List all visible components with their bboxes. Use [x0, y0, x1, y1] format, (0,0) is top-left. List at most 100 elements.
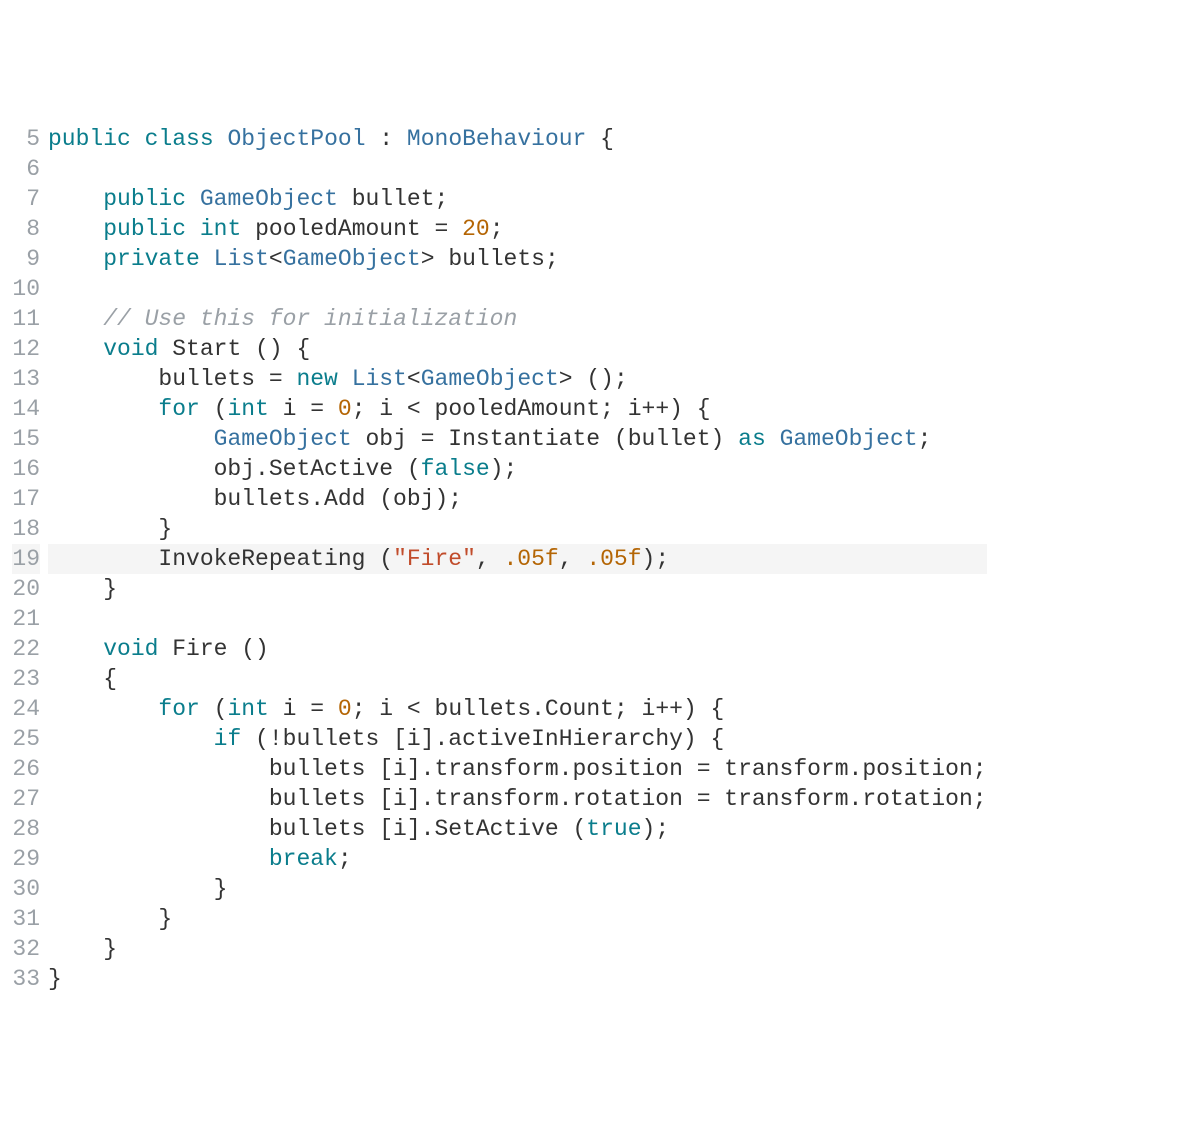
code-area[interactable]: public class ObjectPool : MonoBehaviour …: [46, 120, 987, 998]
code-token: ;: [338, 846, 352, 872]
code-token: [48, 306, 103, 332]
code-line[interactable]: [48, 604, 987, 634]
code-token: [48, 336, 103, 362]
code-token: }: [48, 936, 117, 962]
line-number: 22: [12, 634, 40, 664]
line-number: 15: [12, 424, 40, 454]
code-token: > bullets;: [421, 246, 559, 272]
code-line[interactable]: }: [48, 874, 987, 904]
code-token: List: [352, 366, 407, 392]
code-token: public: [48, 126, 131, 152]
line-number: 27: [12, 784, 40, 814]
code-token: int: [227, 696, 268, 722]
code-token: int: [200, 216, 241, 242]
code-token: [48, 426, 214, 452]
code-token: void: [103, 636, 158, 662]
code-token: );: [490, 456, 518, 482]
code-line[interactable]: InvokeRepeating ("Fire", .05f, .05f);: [48, 544, 987, 574]
code-line[interactable]: public GameObject bullet;: [48, 184, 987, 214]
code-line[interactable]: }: [48, 574, 987, 604]
code-token: [766, 426, 780, 452]
code-line[interactable]: bullets.Add (obj);: [48, 484, 987, 514]
code-token: {: [48, 666, 117, 692]
code-line[interactable]: bullets [i].transform.position = transfo…: [48, 754, 987, 784]
code-token: ObjectPool: [227, 126, 365, 152]
code-token: bullets.Add (obj);: [48, 486, 462, 512]
line-number: 28: [12, 814, 40, 844]
code-line[interactable]: void Start () {: [48, 334, 987, 364]
line-number: 29: [12, 844, 40, 874]
code-editor[interactable]: 5678910111213141516171819202122232425262…: [0, 120, 1191, 998]
code-token: [186, 216, 200, 242]
code-line[interactable]: bullets [i].SetActive (true);: [48, 814, 987, 844]
line-number: 17: [12, 484, 40, 514]
code-token: ,: [476, 546, 504, 572]
code-token: as: [738, 426, 766, 452]
code-token: obj = Instantiate (bullet): [352, 426, 738, 452]
code-line[interactable]: bullets [i].transform.rotation = transfo…: [48, 784, 987, 814]
line-number: 13: [12, 364, 40, 394]
line-number: 21: [12, 604, 40, 634]
code-token: }: [48, 966, 62, 992]
code-token: GameObject: [214, 426, 352, 452]
code-line[interactable]: {: [48, 664, 987, 694]
code-token: }: [48, 576, 117, 602]
code-line[interactable]: bullets = new List<GameObject> ();: [48, 364, 987, 394]
code-line[interactable]: [48, 154, 987, 184]
code-token: .05f: [586, 546, 641, 572]
code-token: 20: [462, 216, 490, 242]
code-line[interactable]: for (int i = 0; i < bullets.Count; i++) …: [48, 694, 987, 724]
line-number: 23: [12, 664, 40, 694]
code-line[interactable]: obj.SetActive (false);: [48, 454, 987, 484]
code-token: [48, 396, 158, 422]
code-token: (: [200, 696, 228, 722]
code-token: obj.SetActive (: [48, 456, 421, 482]
code-line[interactable]: }: [48, 514, 987, 544]
code-token: i =: [269, 696, 338, 722]
code-line[interactable]: }: [48, 904, 987, 934]
code-token: for: [158, 396, 199, 422]
code-token: bullets [i].transform.rotation = transfo…: [48, 786, 987, 812]
code-line[interactable]: void Fire (): [48, 634, 987, 664]
line-number: 31: [12, 904, 40, 934]
code-line[interactable]: break;: [48, 844, 987, 874]
code-token: (: [200, 396, 228, 422]
code-token: <: [407, 366, 421, 392]
code-token: bullets [i].transform.position = transfo…: [48, 756, 987, 782]
code-line[interactable]: [48, 274, 987, 304]
code-token: "Fire": [393, 546, 476, 572]
code-token: [48, 696, 158, 722]
code-line[interactable]: }: [48, 934, 987, 964]
code-token: [214, 126, 228, 152]
code-token: GameObject: [421, 366, 559, 392]
code-token: true: [586, 816, 641, 842]
code-token: ,: [559, 546, 587, 572]
code-token: }: [48, 516, 172, 542]
code-token: for: [158, 696, 199, 722]
code-token: 0: [338, 396, 352, 422]
line-number: 20: [12, 574, 40, 604]
code-line[interactable]: // Use this for initialization: [48, 304, 987, 334]
line-number: 8: [12, 214, 40, 244]
code-token: class: [145, 126, 214, 152]
code-token: }: [48, 906, 172, 932]
code-line[interactable]: public int pooledAmount = 20;: [48, 214, 987, 244]
code-line[interactable]: private List<GameObject> bullets;: [48, 244, 987, 274]
line-number: 5: [12, 124, 40, 154]
line-number: 7: [12, 184, 40, 214]
code-token: break: [269, 846, 338, 872]
code-token: [200, 246, 214, 272]
line-number: 25: [12, 724, 40, 754]
line-number: 6: [12, 154, 40, 184]
code-line[interactable]: }: [48, 964, 987, 994]
code-line[interactable]: for (int i = 0; i < pooledAmount; i++) {: [48, 394, 987, 424]
code-token: pooledAmount =: [241, 216, 462, 242]
line-number: 30: [12, 874, 40, 904]
code-line[interactable]: GameObject obj = Instantiate (bullet) as…: [48, 424, 987, 454]
code-line[interactable]: public class ObjectPool : MonoBehaviour …: [48, 124, 987, 154]
code-token: false: [421, 456, 490, 482]
code-token: [338, 366, 352, 392]
line-number: 32: [12, 934, 40, 964]
code-line[interactable]: if (!bullets [i].activeInHierarchy) {: [48, 724, 987, 754]
code-token: GameObject: [780, 426, 918, 452]
